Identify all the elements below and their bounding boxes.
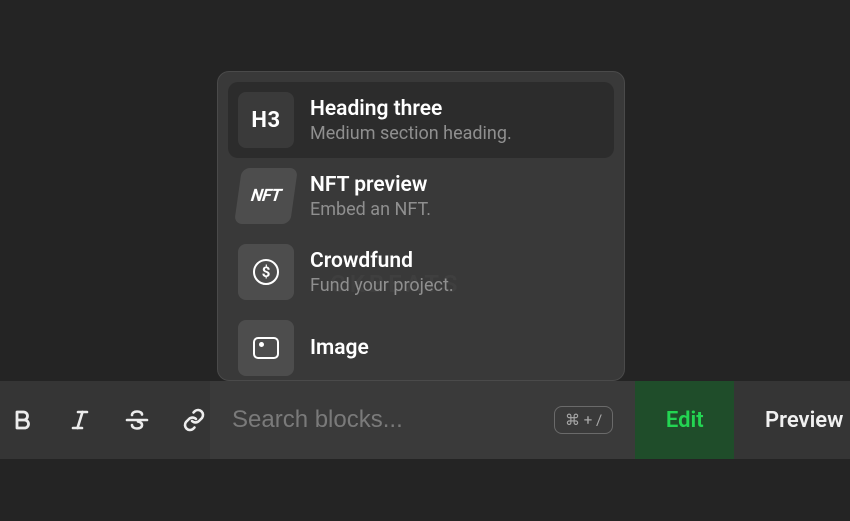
- block-item-texts: Image: [310, 336, 369, 360]
- block-item-crowdfund[interactable]: $ Crowdfund Fund your project.: [228, 234, 614, 310]
- block-item-title: NFT preview: [310, 173, 431, 197]
- block-item-heading-three[interactable]: H3 Heading three Medium section heading.: [228, 82, 614, 158]
- block-item-desc: Medium section heading.: [310, 123, 512, 144]
- tab-edit[interactable]: Edit: [635, 381, 734, 459]
- block-item-desc: Embed an NFT.: [310, 199, 431, 220]
- dollar-circle-icon: $: [238, 244, 294, 300]
- block-item-title: Heading three: [310, 97, 512, 121]
- format-toolbar: [0, 381, 210, 459]
- nft-icon: NFT: [234, 168, 298, 224]
- block-item-image[interactable]: Image: [228, 310, 614, 381]
- block-item-title: Image: [310, 336, 369, 360]
- strikethrough-button[interactable]: [120, 402, 153, 438]
- bottom-toolbar: ⌘ + / Edit Preview: [0, 381, 850, 459]
- block-item-texts: Crowdfund Fund your project.: [310, 249, 454, 296]
- block-picker-panel: H3 Heading three Medium section heading.…: [217, 71, 625, 381]
- tab-preview[interactable]: Preview: [734, 381, 850, 459]
- keyboard-shortcut-hint: ⌘ + /: [554, 406, 613, 434]
- h3-icon: H3: [238, 92, 294, 148]
- italic-button[interactable]: [63, 402, 96, 438]
- block-item-texts: Heading three Medium section heading.: [310, 97, 512, 144]
- block-item-title: Crowdfund: [310, 249, 454, 273]
- image-icon: [238, 320, 294, 376]
- block-item-texts: NFT preview Embed an NFT.: [310, 173, 431, 220]
- search-section: ⌘ + /: [210, 381, 635, 459]
- search-input[interactable]: [232, 406, 542, 434]
- bold-button[interactable]: [6, 402, 39, 438]
- link-button[interactable]: [177, 402, 210, 438]
- block-item-desc: Fund your project.: [310, 275, 454, 296]
- block-item-nft-preview[interactable]: NFT NFT preview Embed an NFT.: [228, 158, 614, 234]
